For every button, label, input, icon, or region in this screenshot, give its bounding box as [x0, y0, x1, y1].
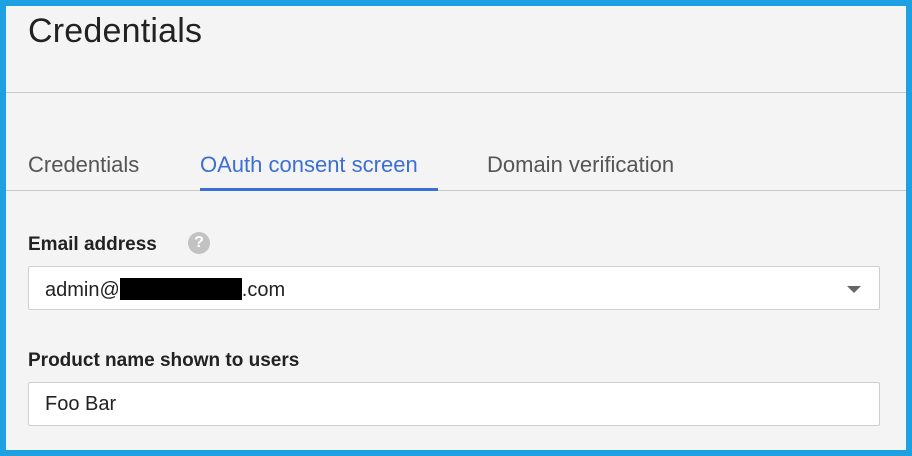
screenshot-frame: Credentials Credentials OAuth consent sc…	[0, 0, 912, 456]
tab-domain-verification[interactable]: Domain verification	[487, 152, 674, 178]
chevron-down-icon[interactable]	[847, 286, 861, 293]
product-name-input[interactable]	[29, 383, 879, 425]
tab-bar: Credentials OAuth consent screen Domain …	[6, 92, 906, 191]
email-suffix: .com	[241, 279, 286, 301]
active-tab-indicator	[200, 188, 438, 191]
email-address-value: admin@ .com	[45, 278, 285, 302]
page-header: Credentials	[6, 6, 906, 93]
email-address-select[interactable]: admin@ .com	[28, 266, 880, 310]
product-name-field[interactable]	[28, 382, 880, 426]
tab-credentials[interactable]: Credentials	[28, 152, 139, 178]
page-title: Credentials	[28, 12, 203, 50]
email-address-label: Email address	[28, 234, 157, 255]
redaction-bar	[119, 278, 242, 300]
product-name-label: Product name shown to users	[28, 350, 300, 371]
tab-oauth-consent-screen[interactable]: OAuth consent screen	[200, 152, 418, 178]
help-icon[interactable]: ?	[188, 232, 210, 254]
email-prefix: admin@	[45, 279, 120, 301]
